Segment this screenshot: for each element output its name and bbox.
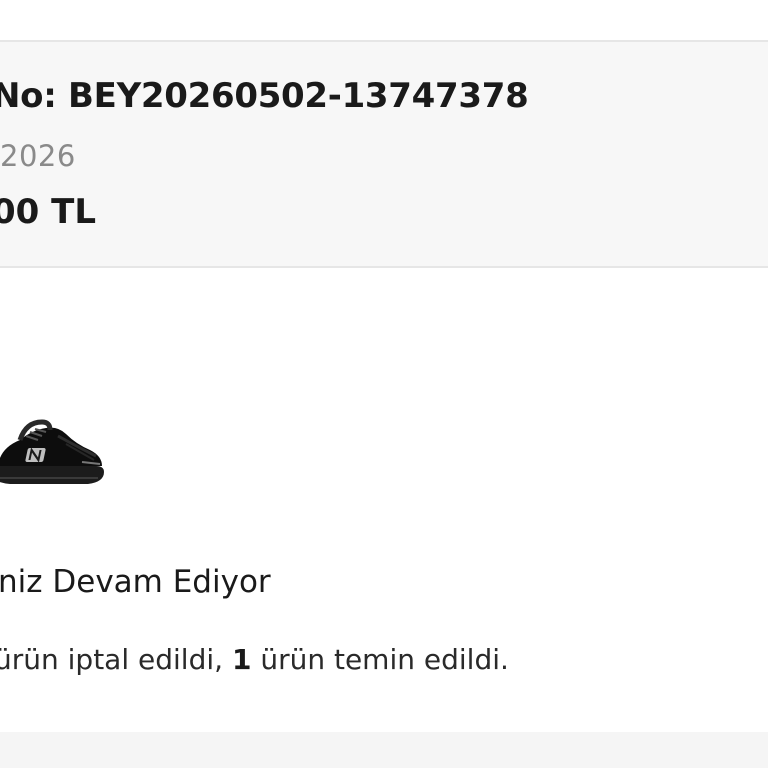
order-date: 2026 bbox=[0, 139, 76, 173]
sneaker-icon bbox=[0, 419, 104, 484]
status-desc-suffix: ürün temin edildi. bbox=[251, 643, 509, 676]
status-desc-count: 1 bbox=[231, 643, 252, 676]
order-number: No: BEY20260502-13747378 bbox=[0, 76, 529, 116]
order-status-description: ürün iptal edildi, 1 ürün temin edildi. bbox=[0, 643, 509, 676]
order-summary-card bbox=[0, 40, 768, 268]
top-strip bbox=[0, 0, 768, 40]
order-detail-page: No: BEY20260502-13747378 2026 00 TL niz bbox=[0, 0, 768, 768]
order-status-title: niz Devam Ediyor bbox=[0, 564, 271, 600]
bottom-band bbox=[0, 732, 768, 768]
status-desc-prefix: ürün iptal edildi, bbox=[0, 643, 232, 676]
order-total: 00 TL bbox=[0, 192, 97, 232]
product-image[interactable] bbox=[0, 400, 108, 500]
